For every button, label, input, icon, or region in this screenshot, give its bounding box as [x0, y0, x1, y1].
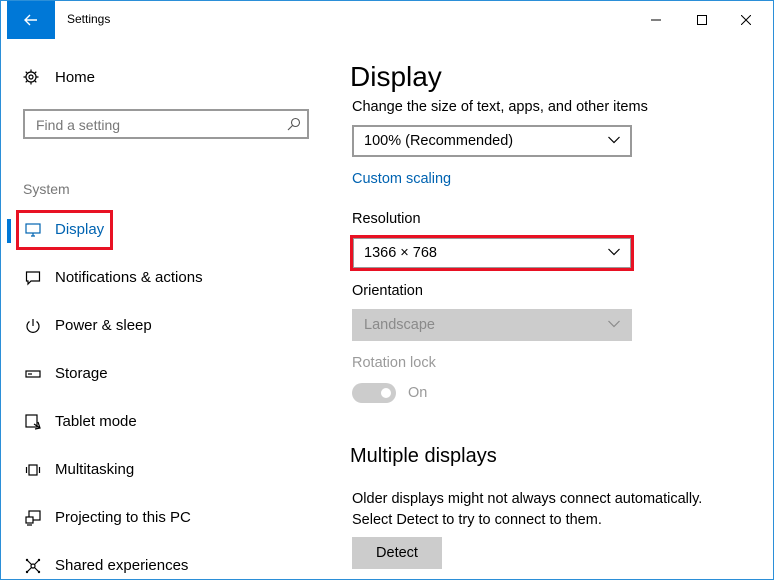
sidebar-item-notifications[interactable]: Notifications & actions	[1, 258, 331, 298]
settings-window: Settings Home Find a setting System Disp…	[0, 0, 774, 580]
gear-icon	[23, 69, 39, 85]
sidebar-item-label: Storage	[55, 365, 108, 382]
maximize-icon	[697, 15, 707, 25]
sidebar-item-storage[interactable]: Storage	[1, 354, 331, 394]
orientation-value: Landscape	[364, 317, 435, 333]
scale-value: 100% (Recommended)	[364, 133, 514, 149]
storage-icon	[25, 370, 41, 378]
toggle-knob	[381, 388, 391, 398]
sidebar-item-label: Multitasking	[55, 461, 135, 478]
minimize-button[interactable]	[633, 1, 679, 39]
section-label-system: System	[23, 181, 70, 197]
sidebar-item-label: Power & sleep	[55, 317, 152, 334]
orientation-dropdown: Landscape	[352, 309, 632, 341]
sidebar-item-label: Tablet mode	[55, 413, 137, 430]
custom-scaling-link[interactable]: Custom scaling	[352, 171, 451, 187]
close-icon	[741, 15, 751, 25]
close-button[interactable]	[723, 1, 769, 39]
sidebar-item-power[interactable]: Power & sleep	[1, 306, 331, 346]
window-title: Settings	[67, 12, 111, 26]
back-button[interactable]	[7, 1, 55, 39]
sidebar-item-shared-experiences[interactable]: Shared experiences	[1, 546, 331, 579]
multitasking-icon	[25, 464, 41, 476]
sidebar-item-label: Shared experiences	[55, 557, 189, 574]
active-indicator	[7, 219, 11, 243]
search-input[interactable]: Find a setting	[23, 109, 309, 139]
orientation-label: Orientation	[352, 283, 423, 299]
multiple-displays-heading: Multiple displays	[350, 445, 497, 467]
power-icon	[26, 319, 40, 333]
detect-button-label: Detect	[376, 545, 418, 561]
rotation-lock-toggle	[352, 383, 396, 403]
scale-dropdown[interactable]: 100% (Recommended)	[352, 125, 632, 157]
sidebar-item-multitasking[interactable]: Multitasking	[1, 450, 331, 490]
display-highlight-box	[16, 210, 113, 250]
multiple-displays-description-2: Select Detect to try to connect to them.	[352, 512, 602, 528]
minimize-icon	[651, 19, 661, 21]
shared-experiences-icon	[25, 558, 41, 574]
notification-icon	[25, 271, 41, 286]
sidebar-item-tablet-mode[interactable]: Tablet mode	[1, 402, 331, 442]
tablet-icon	[25, 414, 41, 430]
scale-label: Change the size of text, apps, and other…	[352, 99, 648, 115]
sidebar-item-label: Notifications & actions	[55, 269, 203, 286]
chevron-down-icon	[608, 136, 620, 144]
projecting-icon	[25, 510, 41, 526]
multiple-displays-description-1: Older displays might not always connect …	[352, 491, 703, 507]
resolution-highlight-box	[350, 235, 634, 271]
page-title: Display	[350, 61, 442, 92]
sidebar-item-projecting[interactable]: Projecting to this PC	[1, 498, 331, 538]
rotation-lock-label: Rotation lock	[352, 355, 436, 371]
home-label: Home	[55, 68, 96, 86]
sidebar-item-label: Projecting to this PC	[55, 509, 191, 526]
sidebar: Home Find a setting System Display Notif…	[1, 39, 331, 579]
resolution-label: Resolution	[352, 211, 421, 227]
home-link[interactable]: Home	[23, 69, 95, 86]
rotation-lock-state: On	[408, 385, 428, 401]
search-icon	[287, 117, 301, 131]
maximize-button[interactable]	[679, 1, 725, 39]
detect-button[interactable]: Detect	[352, 537, 442, 569]
title-bar: Settings	[1, 1, 773, 39]
main-content: Display Change the size of text, apps, a…	[331, 39, 773, 579]
back-arrow-icon	[24, 14, 37, 26]
search-placeholder: Find a setting	[36, 117, 121, 133]
chevron-down-icon	[608, 320, 620, 328]
